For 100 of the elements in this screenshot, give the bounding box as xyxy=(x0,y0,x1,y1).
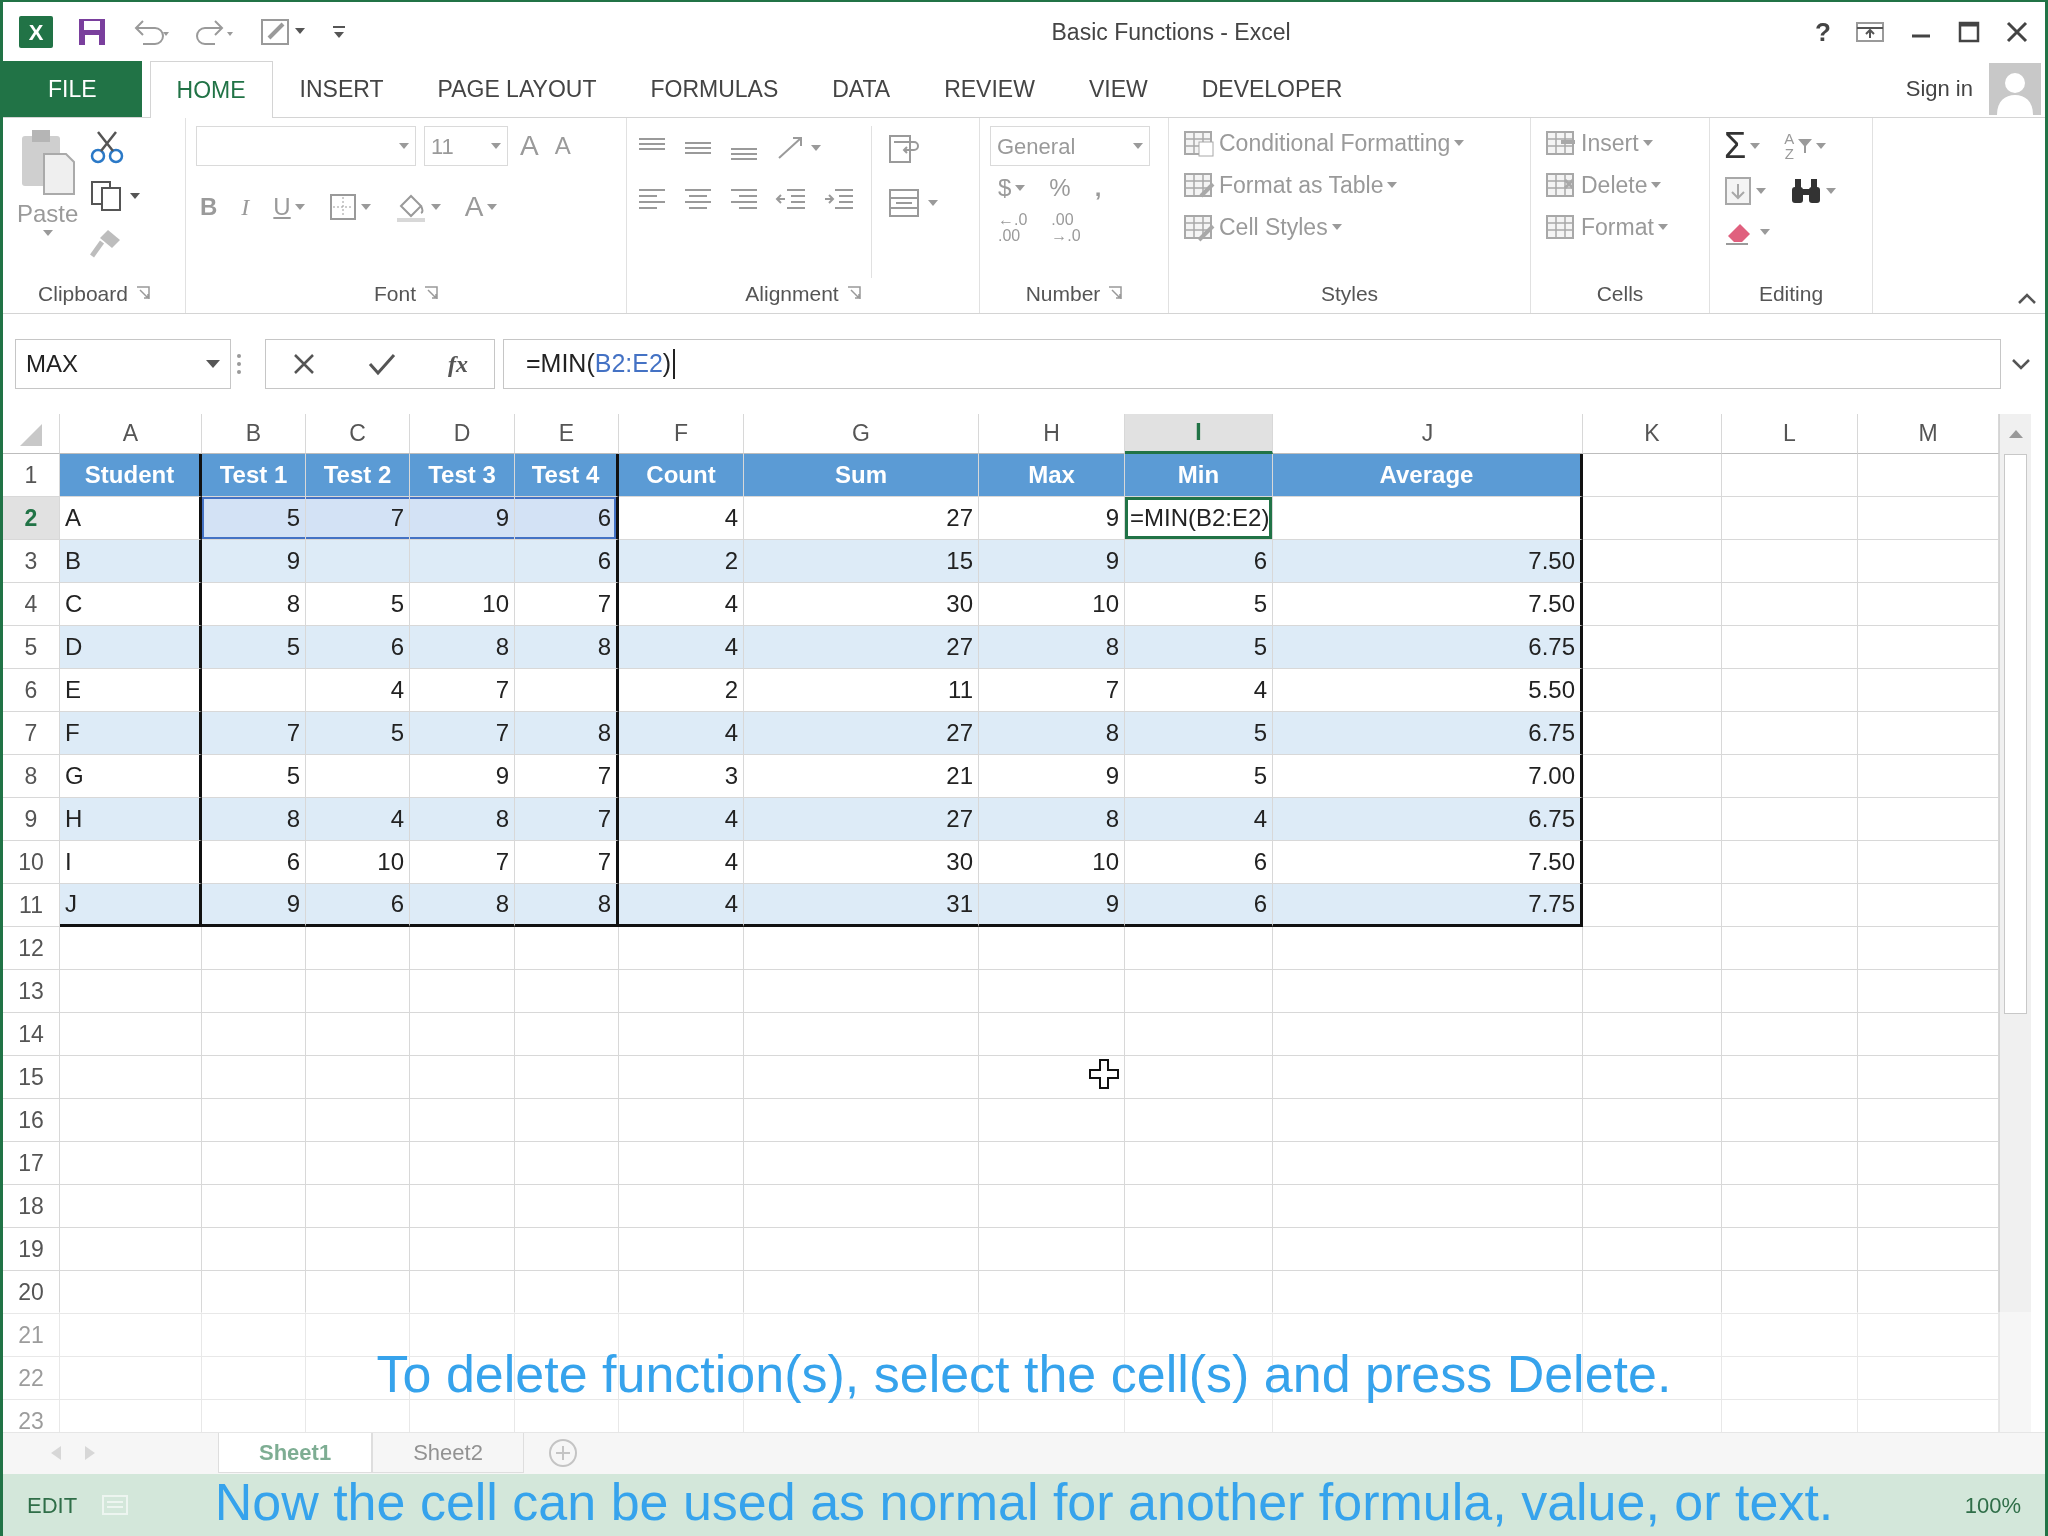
dialog-launcher-icon[interactable] xyxy=(135,286,150,301)
cut-icon[interactable] xyxy=(90,130,125,164)
row-header[interactable]: 5 xyxy=(3,626,60,669)
row-header[interactable]: 17 xyxy=(3,1142,60,1185)
row-header[interactable]: 18 xyxy=(3,1185,60,1228)
autosum-button[interactable]: Σ xyxy=(1720,126,1765,166)
row-header[interactable]: 20 xyxy=(3,1271,60,1314)
table-header-cell: Test 2 xyxy=(306,454,410,497)
column-header[interactable]: B xyxy=(202,414,306,454)
file-tab[interactable]: FILE xyxy=(3,61,142,117)
decrease-indent-icon[interactable] xyxy=(775,186,807,212)
table-cell: B xyxy=(60,540,202,583)
dialog-launcher-icon[interactable] xyxy=(1108,286,1123,301)
collapse-ribbon-icon[interactable] xyxy=(2017,293,2037,305)
column-header[interactable]: K xyxy=(1583,414,1722,454)
ribbon-tab[interactable]: REVIEW xyxy=(917,61,1062,117)
ribbon-tab[interactable]: VIEW xyxy=(1061,61,1175,117)
column-header[interactable]: L xyxy=(1722,414,1858,454)
align-left-icon[interactable] xyxy=(637,186,667,212)
ribbon-tab[interactable]: INSERT xyxy=(272,61,411,117)
expand-formula-icon[interactable] xyxy=(2011,358,2031,370)
row-header[interactable]: 2 xyxy=(3,497,60,540)
zoom-level[interactable]: 100% xyxy=(1964,1488,2021,1522)
merge-cells-icon[interactable] xyxy=(888,188,920,218)
ribbon-tab[interactable]: PAGE LAYOUT xyxy=(410,61,624,117)
table-cell: 8 xyxy=(979,712,1125,755)
group-label: Font xyxy=(374,280,416,307)
copy-icon[interactable] xyxy=(90,180,123,212)
table-cell: 8 xyxy=(979,626,1125,669)
enter-icon[interactable] xyxy=(368,352,396,376)
formula-field[interactable]: =MIN(B2:E2) xyxy=(503,339,2001,389)
table-cell: H xyxy=(60,798,202,841)
table-header-cell: Min xyxy=(1125,454,1273,497)
group-label: Cells xyxy=(1596,280,1644,307)
group-label: Styles xyxy=(1320,280,1379,307)
row-header[interactable]: 12 xyxy=(3,927,60,970)
ribbon-tab[interactable]: DATA xyxy=(805,61,918,117)
column-header[interactable]: M xyxy=(1858,414,1999,454)
sign-in-link[interactable]: Sign in xyxy=(1905,78,1973,100)
row-header[interactable]: 3 xyxy=(3,540,60,583)
align-right-icon[interactable] xyxy=(729,186,759,212)
caret-icon[interactable] xyxy=(130,193,141,199)
font-name-field[interactable] xyxy=(196,126,416,166)
column-header[interactable]: D xyxy=(410,414,515,454)
conditional-formatting-icon xyxy=(1183,128,1215,158)
select-all-icon[interactable] xyxy=(20,424,42,447)
maximize-icon[interactable] xyxy=(1957,20,1981,44)
column-header[interactable]: H xyxy=(979,414,1125,454)
row-header[interactable]: 7 xyxy=(3,712,60,755)
column-header[interactable]: I xyxy=(1125,414,1273,454)
column-header[interactable]: A xyxy=(60,414,202,454)
ribbon-display-icon[interactable] xyxy=(1855,20,1885,44)
column-header[interactable]: G xyxy=(744,414,979,454)
ribbon-tab[interactable]: HOME xyxy=(149,61,273,118)
insert-cells-icon xyxy=(1545,128,1577,158)
row-header[interactable]: 13 xyxy=(3,970,60,1013)
cell-editor-text[interactable]: =MIN(B2:E2) xyxy=(1130,504,1270,531)
save-icon[interactable] xyxy=(77,17,107,47)
ribbon-tab[interactable]: FORMULAS xyxy=(623,61,806,117)
row-header[interactable]: 14 xyxy=(3,1013,60,1056)
help-button[interactable]: ? xyxy=(1815,19,1831,45)
row-header[interactable]: 4 xyxy=(3,583,60,626)
vertical-scrollbar[interactable] xyxy=(1999,414,2031,1432)
wrap-text-icon[interactable] xyxy=(888,134,920,164)
cell-styles-icon xyxy=(1183,212,1215,242)
row-header[interactable]: 10 xyxy=(3,841,60,884)
table-cell: 27 xyxy=(744,626,979,669)
dialog-launcher-icon[interactable] xyxy=(424,286,438,301)
row-header[interactable]: 16 xyxy=(3,1099,60,1142)
table-cell: 6 xyxy=(515,497,619,540)
name-box[interactable]: MAX xyxy=(15,339,231,389)
avatar-icon[interactable] xyxy=(1989,63,2041,115)
row-header[interactable]: 1 xyxy=(3,454,60,497)
column-header[interactable]: F xyxy=(619,414,744,454)
column-header[interactable]: C xyxy=(306,414,410,454)
dialog-launcher-icon[interactable] xyxy=(846,286,861,301)
scroll-up-icon[interactable] xyxy=(2008,430,2023,438)
row-header[interactable]: 11 xyxy=(3,884,60,927)
row-header[interactable]: 15 xyxy=(3,1056,60,1099)
increase-indent-icon[interactable] xyxy=(823,186,855,212)
column-header[interactable]: J xyxy=(1273,414,1583,454)
row-header[interactable]: 9 xyxy=(3,798,60,841)
table-cell: 6.75 xyxy=(1273,798,1583,841)
caret-icon xyxy=(1331,224,1342,230)
table-cell: 2 xyxy=(619,540,744,583)
caret-icon xyxy=(42,230,53,236)
row-header[interactable]: 8 xyxy=(3,755,60,798)
row-header[interactable]: 6 xyxy=(3,669,60,712)
customize-toolbar-icon[interactable] xyxy=(331,24,347,40)
close-icon[interactable] xyxy=(2005,20,2029,44)
align-center-icon[interactable] xyxy=(683,186,713,212)
insert-function-button[interactable]: fx xyxy=(448,352,468,376)
cancel-icon[interactable] xyxy=(292,352,316,376)
column-header[interactable]: E xyxy=(515,414,619,454)
row-header[interactable]: 19 xyxy=(3,1228,60,1271)
table-cell: 5 xyxy=(1125,712,1273,755)
new-sheet-icon[interactable] xyxy=(547,1438,578,1468)
table-header-cell: Max xyxy=(979,454,1125,497)
redo-icon[interactable] xyxy=(195,18,235,46)
ribbon-tab[interactable]: DEVELOPER xyxy=(1174,61,1370,117)
